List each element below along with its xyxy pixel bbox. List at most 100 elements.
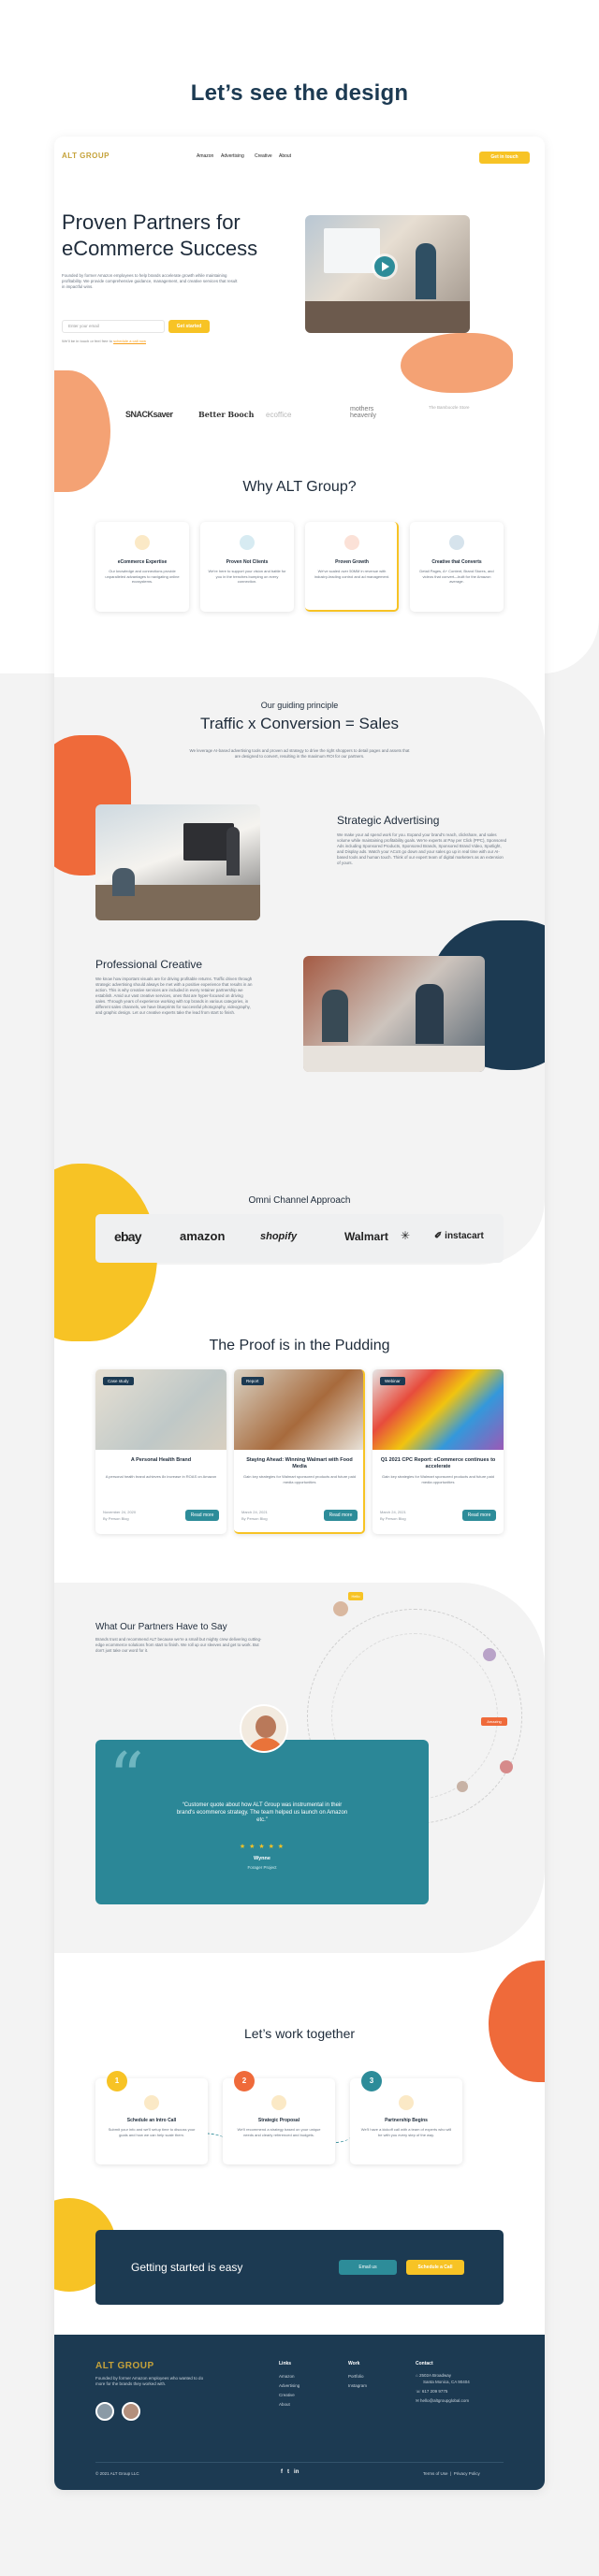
footer-link-creative[interactable]: Creative bbox=[279, 2391, 300, 2400]
schedule-call-button[interactable]: Schedule a Call bbox=[406, 2260, 464, 2275]
orange-blob-left bbox=[54, 370, 110, 492]
work-step-card: 3 Partnership Begins We'll have a kickoff … bbox=[350, 2071, 462, 2164]
handshake-icon bbox=[240, 535, 255, 550]
schedule-call-link[interactable]: schedule a call now bbox=[113, 339, 146, 343]
footer-link-amazon[interactable]: Amazon bbox=[279, 2372, 300, 2381]
mail-icon: ✉ bbox=[416, 2398, 419, 2403]
address-line1: 2502A Broadway bbox=[418, 2373, 452, 2378]
footer-link-portfolio[interactable]: Portfolio bbox=[348, 2372, 367, 2381]
read-more-button[interactable]: Read more bbox=[462, 1510, 496, 1521]
testimonial-name: Wynne bbox=[254, 1856, 270, 1861]
footer-col-contact: ⌂ 2502A Broadway Santa Monica, CA 90404 … bbox=[416, 2372, 470, 2404]
proof-title: A Personal Health Brand bbox=[130, 1457, 192, 1463]
nav-link-creative[interactable]: Creative bbox=[255, 153, 272, 159]
proof-card[interactable]: Case study A Personal Health Brand A perso… bbox=[95, 1369, 226, 1534]
email-input[interactable]: Enter your email bbox=[62, 320, 165, 333]
table bbox=[305, 301, 470, 333]
step-body: We'll recommend a strategy based on your… bbox=[237, 2127, 321, 2137]
proof-date: November 24, 2020 bbox=[103, 1510, 137, 1514]
footer-col-links: Amazon Advertising Creative About bbox=[279, 2372, 300, 2410]
why-card-title: Proven Not Clients bbox=[226, 559, 269, 565]
creative-title: Professional Creative bbox=[95, 958, 203, 971]
why-card-title: eCommerce Expertise bbox=[117, 559, 168, 565]
avatar bbox=[95, 2402, 114, 2421]
logo-instacart: ✐ instacart bbox=[434, 1231, 484, 1241]
website-mockup: ALT GROUP Amazon Advertising Creative Ab… bbox=[54, 137, 545, 2490]
footer-legal: Terms of Use | Privacy Policy bbox=[423, 2471, 480, 2476]
advertising-title: Strategic Advertising bbox=[337, 814, 440, 827]
proof-body: Gain key strategies for Walmart sponsore… bbox=[382, 1474, 494, 1484]
email-us-button[interactable]: Email us bbox=[339, 2260, 397, 2275]
quote-icon: “ bbox=[109, 1738, 144, 1818]
step-title: Schedule an Intro Call bbox=[126, 2118, 177, 2123]
why-card: Proven Growth We've scaled over 50MM in r… bbox=[305, 522, 399, 612]
address-line2: Santa Monica, CA 90404 bbox=[423, 2380, 470, 2384]
get-started-button[interactable]: Get started bbox=[168, 320, 210, 333]
separator: | bbox=[450, 2471, 452, 2476]
presenter-figure bbox=[226, 827, 240, 876]
get-in-touch-button[interactable]: Get in touch bbox=[479, 152, 530, 164]
footer-link-advertising[interactable]: Advertising bbox=[279, 2381, 300, 2391]
privacy-link[interactable]: Privacy Policy bbox=[454, 2471, 480, 2476]
terms-link[interactable]: Terms of Use bbox=[423, 2471, 448, 2476]
why-title: Why ALT Group? bbox=[242, 479, 357, 495]
footer-link-instagram[interactable]: Instagram bbox=[348, 2381, 367, 2391]
read-more-button[interactable]: Read more bbox=[324, 1510, 358, 1521]
nav-link-amazon[interactable]: Amazon bbox=[197, 153, 213, 159]
proof-tag: Case study bbox=[103, 1377, 134, 1385]
advertising-body: We make your ad spend work for you. Expa… bbox=[337, 832, 507, 865]
whiteboard bbox=[324, 228, 380, 273]
footer-logo[interactable]: ALT GROUP bbox=[95, 2361, 154, 2371]
hero-body: Founded by former Amazon employees to he… bbox=[62, 273, 238, 289]
table bbox=[303, 1046, 485, 1072]
carrot-icon: ✐ bbox=[434, 1231, 443, 1241]
proof-card[interactable]: Report Staying Ahead: Winning Walmart wit… bbox=[234, 1369, 365, 1534]
hero-note-text: We’ll be in touch or feel free to bbox=[62, 339, 112, 343]
proof-author: By Person Blog bbox=[103, 1516, 129, 1521]
logo-better-booch: Better Booch bbox=[198, 410, 255, 419]
phone[interactable]: 617 209 9775 bbox=[422, 2389, 448, 2394]
logo-ecoffice: ecoffice bbox=[266, 411, 292, 419]
nav-link-about[interactable]: About bbox=[279, 153, 291, 159]
proof-title: The Proof is in the Pudding bbox=[209, 1338, 390, 1353]
orange-blob-right bbox=[489, 1961, 545, 2082]
footer-col-work-title: Work bbox=[348, 2361, 360, 2366]
proof-date: March 24, 2021 bbox=[241, 1510, 268, 1514]
footer-col-work: Portfolio Instagram bbox=[348, 2372, 367, 2391]
footer-link-about[interactable]: About bbox=[279, 2400, 300, 2410]
copyright: © 2021 ALT Group LLC bbox=[95, 2471, 139, 2476]
footer: ALT GROUP Founded by former Amazon emplo… bbox=[54, 2335, 545, 2490]
twitter-icon[interactable]: t bbox=[287, 2469, 289, 2475]
logo[interactable]: ALT GROUP bbox=[62, 152, 110, 160]
email[interactable]: hello@altgroupglobal.com bbox=[420, 2398, 469, 2403]
play-icon[interactable] bbox=[374, 256, 395, 277]
step-body: We'll have a kickoff call with a team of… bbox=[360, 2127, 452, 2137]
principle-eyebrow: Our guiding principle bbox=[260, 701, 339, 710]
proof-tag: Report bbox=[241, 1377, 264, 1385]
facebook-icon[interactable]: f bbox=[281, 2469, 283, 2475]
step-number: 2 bbox=[234, 2071, 255, 2091]
person-figure bbox=[416, 984, 444, 1044]
why-card: eCommerce Expertise Our knowledge and con… bbox=[95, 522, 189, 612]
lightbulb-icon bbox=[135, 535, 150, 550]
work-step-card: 1 Schedule an Intro Call Submit your info … bbox=[95, 2071, 208, 2164]
nav-link-advertising[interactable]: Advertising bbox=[221, 153, 244, 159]
phone-icon: ☏ bbox=[416, 2389, 421, 2394]
read-more-button[interactable]: Read more bbox=[185, 1510, 219, 1521]
linkedin-icon[interactable]: in bbox=[294, 2469, 299, 2475]
step-icon bbox=[144, 2095, 159, 2110]
why-card: Proven Not Clients We're here to support … bbox=[200, 522, 294, 612]
why-card-body: We're here to support your vision and ba… bbox=[208, 569, 286, 584]
chat-bubble-2: Amazing bbox=[481, 1717, 507, 1726]
hero-title-line2: eCommerce Success bbox=[62, 237, 258, 260]
logo-ebay: ebay bbox=[114, 1229, 142, 1244]
proof-author: By Person Blog bbox=[241, 1516, 268, 1521]
proof-card[interactable]: Webinar Q1 2021 CPC Report: eCommerce con… bbox=[373, 1369, 504, 1534]
proof-title: Q1 2021 CPC Report: eCommerce continues … bbox=[380, 1457, 496, 1469]
proof-title: Staying Ahead: Winning Walmart with Food… bbox=[246, 1457, 353, 1469]
footer-about: Founded by former Amazon employees who w… bbox=[95, 2376, 204, 2386]
testimonial-avatar bbox=[240, 1704, 288, 1753]
proof-body: A personal health brand achieves 8x incr… bbox=[105, 1474, 217, 1479]
footer-col-links-title: Links bbox=[279, 2361, 292, 2366]
omni-title: Omni Channel Approach bbox=[248, 1195, 351, 1206]
